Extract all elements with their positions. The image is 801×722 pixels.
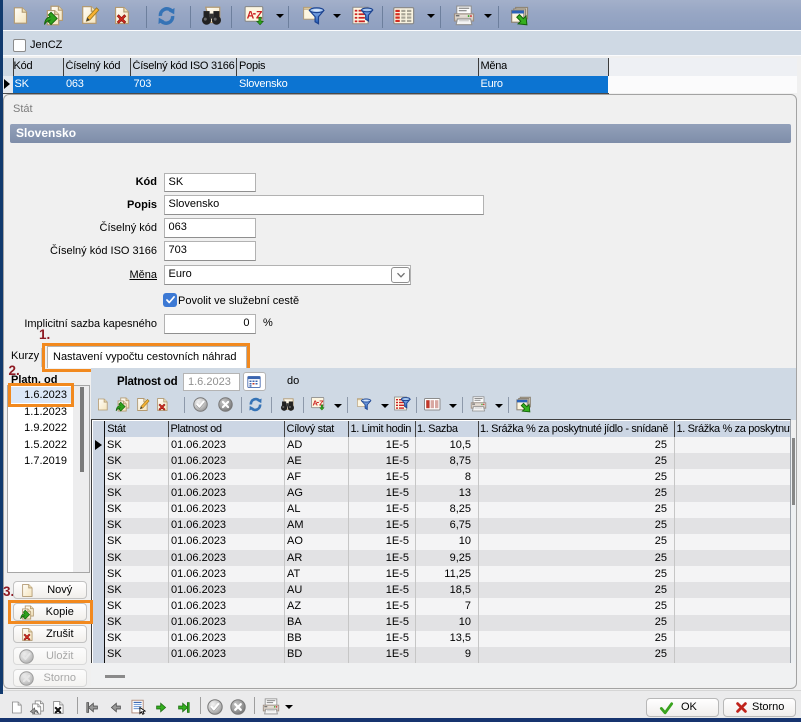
svg-text:A: A	[247, 9, 255, 21]
svg-text:A: A	[312, 399, 318, 408]
